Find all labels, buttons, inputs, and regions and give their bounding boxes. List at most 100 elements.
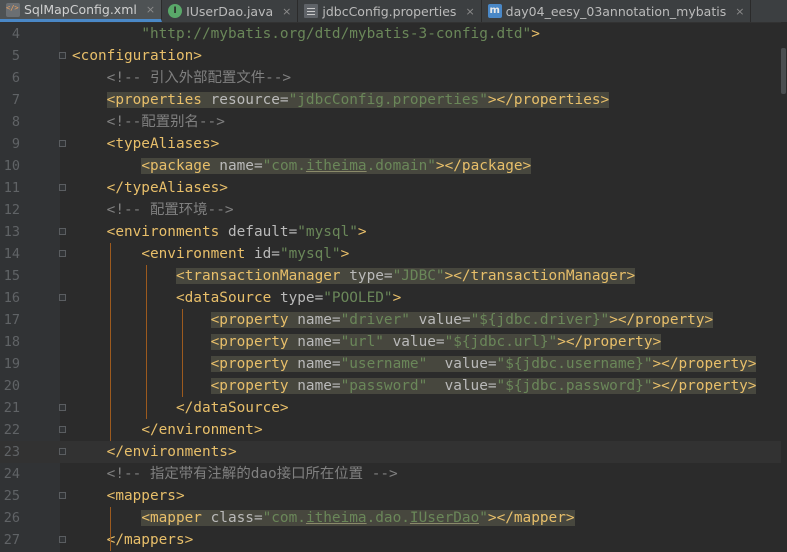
token-val: itheima — [305, 510, 367, 526]
token-val: "username" — [340, 356, 445, 372]
code-line[interactable]: 8 <!--配置别名--> — [0, 111, 787, 133]
code-line[interactable]: 20 <property name="password" value="${jd… — [0, 375, 787, 397]
editor-tab-bar: SqlMapConfig.xml×IIUserDao.java×jdbcConf… — [0, 0, 787, 23]
code-line[interactable]: 5 <configuration> — [0, 45, 787, 67]
token-tag: <transactionManager — [175, 268, 350, 284]
fold-marker-icon[interactable] — [59, 404, 66, 411]
code-line[interactable]: 24 <!-- 指定带有注解的dao接口所在位置 --> — [0, 463, 787, 485]
code-text: <environments default="mysql"> — [72, 221, 367, 243]
line-number: 17 — [3, 312, 20, 328]
code-line[interactable]: 12 <!-- 配置环境--> — [0, 199, 787, 221]
code-line[interactable]: 17 <property name="driver" value="${jdbc… — [0, 309, 787, 331]
token-tag: <package — [141, 158, 220, 174]
close-tab-icon[interactable]: × — [735, 5, 744, 18]
token-attr: type= — [349, 268, 393, 284]
fold-marker-icon[interactable] — [59, 294, 66, 301]
token-cm: <!-- 引入外部配置文件--> — [106, 70, 292, 86]
code-text: <typeAliases> — [72, 133, 220, 155]
vertical-scrollbar[interactable] — [781, 22, 787, 552]
token-tag: <mapper — [141, 510, 211, 526]
token-tag: <environments — [106, 224, 228, 240]
code-line[interactable]: 10 <package name="com.itheima.domain"></… — [0, 155, 787, 177]
code-text: <property name="driver" value="${jdbc.dr… — [72, 309, 714, 331]
token-tag: <mappers> — [106, 488, 185, 504]
code-text: <transactionManager type="JDBC"></transa… — [72, 265, 636, 287]
tab-day04-eesy-03annotation-mybatis[interactable]: m day04_eesy_03annotation_mybatis × — [482, 0, 752, 22]
code-line[interactable]: 22 </environment> — [0, 419, 787, 441]
token-tag: > — [357, 224, 367, 240]
token-val: "com. — [262, 158, 306, 174]
token-attr: resource= — [210, 92, 289, 108]
fold-marker-icon[interactable] — [59, 52, 66, 59]
token-val: IUserDao — [409, 510, 480, 526]
token-val: "jdbcConfig.properties" — [288, 92, 488, 108]
code-line[interactable]: 13 <environments default="mysql"> — [0, 221, 787, 243]
tab-jdbcconfig-properties[interactable]: jdbcConfig.properties × — [298, 0, 482, 22]
close-tab-icon[interactable]: × — [465, 5, 474, 18]
indent-guide — [146, 265, 147, 419]
token-val: "url" — [340, 334, 393, 350]
code-line[interactable]: 21 </dataSource> — [0, 397, 787, 419]
code-line[interactable]: 7 <properties resource="jdbcConfig.prope… — [0, 89, 787, 111]
token-val: "JDBC" — [392, 268, 445, 284]
code-line[interactable]: 9 <typeAliases> — [0, 133, 787, 155]
code-line[interactable]: 15 <transactionManager type="JDBC"></tra… — [0, 265, 787, 287]
token-tag: </mappers> — [106, 532, 194, 548]
code-text: </environments> — [72, 441, 237, 463]
code-line[interactable]: 25 <mappers> — [0, 485, 787, 507]
code-line[interactable]: 19 <property name="username" value="${jd… — [0, 353, 787, 375]
line-number: 18 — [3, 334, 20, 350]
code-line[interactable]: 6 <!-- 引入外部配置文件--> — [0, 67, 787, 89]
code-line[interactable]: 14 <environment id="mysql"> — [0, 243, 787, 265]
code-editor[interactable]: 4 "http://mybatis.org/dtd/mybatis-3-conf… — [0, 22, 787, 552]
module-icon: m — [487, 4, 502, 18]
code-line[interactable]: 26 <mapper class="com.itheima.dao.IUserD… — [0, 507, 787, 529]
token-attr: name= — [297, 334, 341, 350]
token-val: "password" — [340, 378, 445, 394]
code-text: <mappers> — [72, 485, 185, 507]
close-tab-icon[interactable]: × — [146, 3, 155, 16]
code-text: </mappers> — [72, 529, 194, 551]
token-tag: <property — [210, 378, 298, 394]
token-tag: ></property> — [557, 334, 662, 350]
close-tab-icon[interactable]: × — [282, 5, 291, 18]
tab-sqlmapconfig-xml[interactable]: SqlMapConfig.xml × — [0, 0, 163, 22]
fold-marker-icon[interactable] — [59, 536, 66, 543]
fold-marker-icon[interactable] — [59, 426, 66, 433]
fold-marker-icon[interactable] — [59, 140, 66, 147]
token-val: "mysql" — [297, 224, 358, 240]
scrollbar-thumb[interactable] — [781, 48, 786, 94]
line-number: 8 — [11, 114, 20, 130]
fold-marker-icon[interactable] — [59, 250, 66, 257]
interface-icon: I — [168, 4, 183, 18]
line-number: 11 — [3, 180, 20, 196]
fold-marker-icon[interactable] — [59, 184, 66, 191]
code-line[interactable]: 18 <property name="url" value="${jdbc.ur… — [0, 331, 787, 353]
properties-file-icon — [304, 4, 319, 18]
token-val: itheima — [305, 158, 367, 174]
fold-marker-icon[interactable] — [59, 492, 66, 499]
code-line[interactable]: 23 </environments> — [0, 441, 787, 463]
code-line[interactable]: 4 "http://mybatis.org/dtd/mybatis-3-conf… — [0, 23, 787, 45]
token-attr: type= — [279, 290, 324, 306]
code-line[interactable]: 16 <dataSource type="POOLED"> — [0, 287, 787, 309]
indent-guide — [110, 243, 111, 441]
code-line[interactable]: 27 </mappers> — [0, 529, 787, 551]
code-text: </dataSource> — [72, 397, 289, 419]
tab-label: jdbcConfig.properties — [322, 3, 457, 19]
code-line[interactable]: 11 </typeAliases> — [0, 177, 787, 199]
tab-iuserdao-java[interactable]: I IUserDao.java × — [162, 0, 299, 22]
fold-marker-icon[interactable] — [59, 228, 66, 235]
token-attr: name= — [219, 158, 263, 174]
fold-marker-icon[interactable] — [59, 448, 66, 455]
indent-guide — [182, 309, 183, 397]
